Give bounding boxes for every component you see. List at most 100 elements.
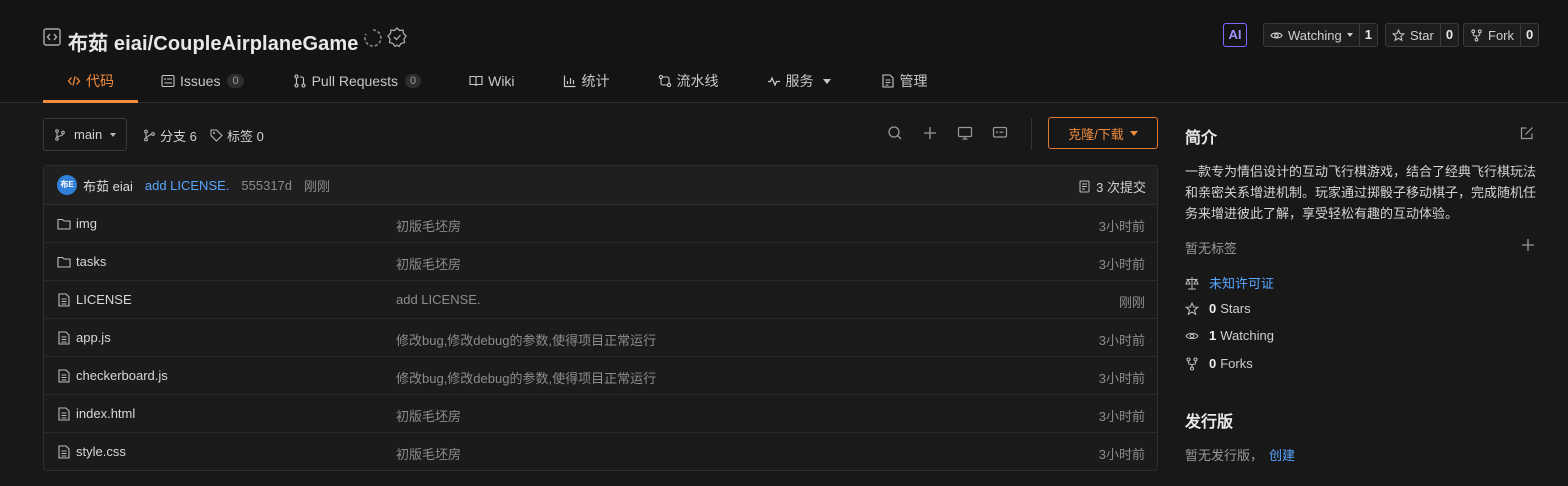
watching-count: 1 [1209,328,1217,343]
repo-title[interactable]: 布茹 eiai/CoupleAirplaneGame [68,27,358,56]
latest-commit-row: 布E 布茹 eiai add LICENSE. 555317d 刚刚 3 次提交 [44,166,1157,205]
fork-icon [1470,28,1483,42]
file-row[interactable]: style.css 初版毛坯房 3小时前 [44,433,1157,470]
search-icon[interactable] [887,125,903,141]
file-name[interactable]: LICENSE [76,292,132,307]
tab-manage[interactable]: 管理 [881,62,928,100]
star-count[interactable]: 0 [1441,24,1458,46]
tab-service[interactable]: 服务 [767,62,831,100]
tab-label: 代码 [86,73,114,89]
issues-icon [161,74,175,88]
forks-label: Forks [1220,356,1253,371]
ai-button[interactable]: AI [1223,23,1247,47]
no-release-text: 暂无发行版， [1185,448,1264,463]
commit-message[interactable]: add LICENSE. [145,178,230,193]
stars-count: 0 [1209,301,1217,316]
commit-count-link[interactable]: 3 次提交 [1078,177,1146,196]
tab-label: Issues [180,73,221,89]
tab-pull-requests[interactable]: Pull Requests 0 [293,62,422,100]
branch-selector[interactable]: main [43,118,127,151]
repo-tabs: 代码 Issues 0 Pull Requests 0 Wiki 统计 流水线 … [43,62,928,103]
file-name[interactable]: img [76,216,97,231]
file-commit-message[interactable]: 初版毛坯房 [396,406,461,425]
branch-icon [54,128,66,141]
file-icon [57,369,71,383]
branch-name: main [74,127,103,142]
file-row[interactable]: checkerboard.js 修改bug,修改debug的参数,使得项目正常运行… [44,357,1157,395]
file-icon [57,331,71,345]
watch-count[interactable]: 1 [1360,24,1377,46]
commit-time: 刚刚 [304,178,331,194]
fork-button[interactable]: Fork [1464,24,1521,46]
create-release-link[interactable]: 创建 [1269,448,1295,463]
tab-code[interactable]: 代码 [43,62,138,103]
commit-author[interactable]: 布茹 eiai [83,176,133,195]
tab-wiki[interactable]: Wiki [469,62,515,100]
star-button-group[interactable]: Star 0 [1385,23,1460,47]
tab-label: 统计 [581,73,610,89]
file-commit-message[interactable]: 初版毛坯房 [396,444,461,463]
file-row[interactable]: index.html 初版毛坯房 3小时前 [44,395,1157,433]
file-row[interactable]: tasks 初版毛坯房 3小时前 [44,243,1157,281]
web-ide-icon[interactable] [957,125,973,141]
watching-stat[interactable]: 1 Watching [1185,328,1274,343]
file-name[interactable]: app.js [76,330,111,345]
file-list: 布E 布茹 eiai add LICENSE. 555317d 刚刚 3 次提交… [43,165,1158,471]
no-tags-text: 暂无标签 [1185,241,1238,256]
file-row[interactable]: app.js 修改bug,修改debug的参数,使得项目正常运行 3小时前 [44,319,1157,357]
tab-pipeline[interactable]: 流水线 [658,62,719,100]
file-row[interactable]: LICENSE add LICENSE. 刚刚 [44,281,1157,319]
file-commit-time: 3小时前 [1098,447,1145,462]
file-name[interactable]: style.css [76,444,126,459]
watch-button[interactable]: Watching [1264,24,1360,46]
commit-hash[interactable]: 555317d [241,178,292,193]
release-info: 暂无发行版， 创建 [1185,445,1295,464]
file-commit-message[interactable]: 修改bug,修改debug的参数,使得项目正常运行 [396,368,656,387]
tab-stats[interactable]: 统计 [563,62,610,100]
file-commit-time: 3小时前 [1098,409,1145,424]
file-commit-message[interactable]: 初版毛坯房 [396,254,461,273]
stars-stat[interactable]: 0 Stars [1185,301,1251,316]
file-commit-message[interactable]: add LICENSE. [396,292,481,307]
loading-icon [363,28,383,48]
license-link[interactable]: 未知许可证 [1185,273,1274,292]
file-row[interactable]: img 初版毛坯房 3小时前 [44,205,1157,243]
tab-label: 管理 [899,73,928,89]
add-tag-icon[interactable] [1521,238,1535,252]
file-commit-message[interactable]: 修改bug,修改debug的参数,使得项目正常运行 [396,330,656,349]
chevron-down-icon [822,78,831,84]
star-icon [1392,28,1405,42]
tab-count: 0 [404,74,422,88]
watch-button-group[interactable]: Watching 1 [1263,23,1378,47]
fork-button-group[interactable]: Fork 0 [1463,23,1540,47]
branch-icon [143,129,156,142]
service-icon [767,74,781,88]
branches-link[interactable]: 分支 6 [143,126,197,145]
chevron-down-icon [1129,130,1138,136]
comment-icon[interactable] [992,125,1008,141]
release-title: 发行版 [1185,414,1234,431]
file-icon [57,445,71,459]
code-icon [67,74,81,88]
file-commit-time: 3小时前 [1098,333,1145,348]
edit-icon[interactable] [1520,126,1534,140]
clone-download-button[interactable]: 克隆/下载 [1048,117,1158,149]
pipeline-icon [658,74,672,88]
pull-request-icon [293,74,307,88]
tag-icon [210,129,223,142]
file-name[interactable]: index.html [76,406,135,421]
fork-count[interactable]: 0 [1521,24,1538,46]
tab-label: 服务 [785,73,814,89]
forks-stat[interactable]: 0 Forks [1185,356,1253,371]
star-button[interactable]: Star [1386,24,1441,46]
tags-link[interactable]: 标签 0 [210,126,264,145]
file-name[interactable]: checkerboard.js [76,368,168,383]
add-file-icon[interactable] [922,125,938,141]
tab-label: Pull Requests [311,73,398,89]
file-name[interactable]: tasks [76,254,106,269]
certified-badge-icon[interactable] [387,27,407,49]
tab-issues[interactable]: Issues 0 [161,62,244,100]
folder-icon [57,217,71,231]
avatar[interactable]: 布E [57,175,77,195]
file-commit-message[interactable]: 初版毛坯房 [396,216,461,235]
